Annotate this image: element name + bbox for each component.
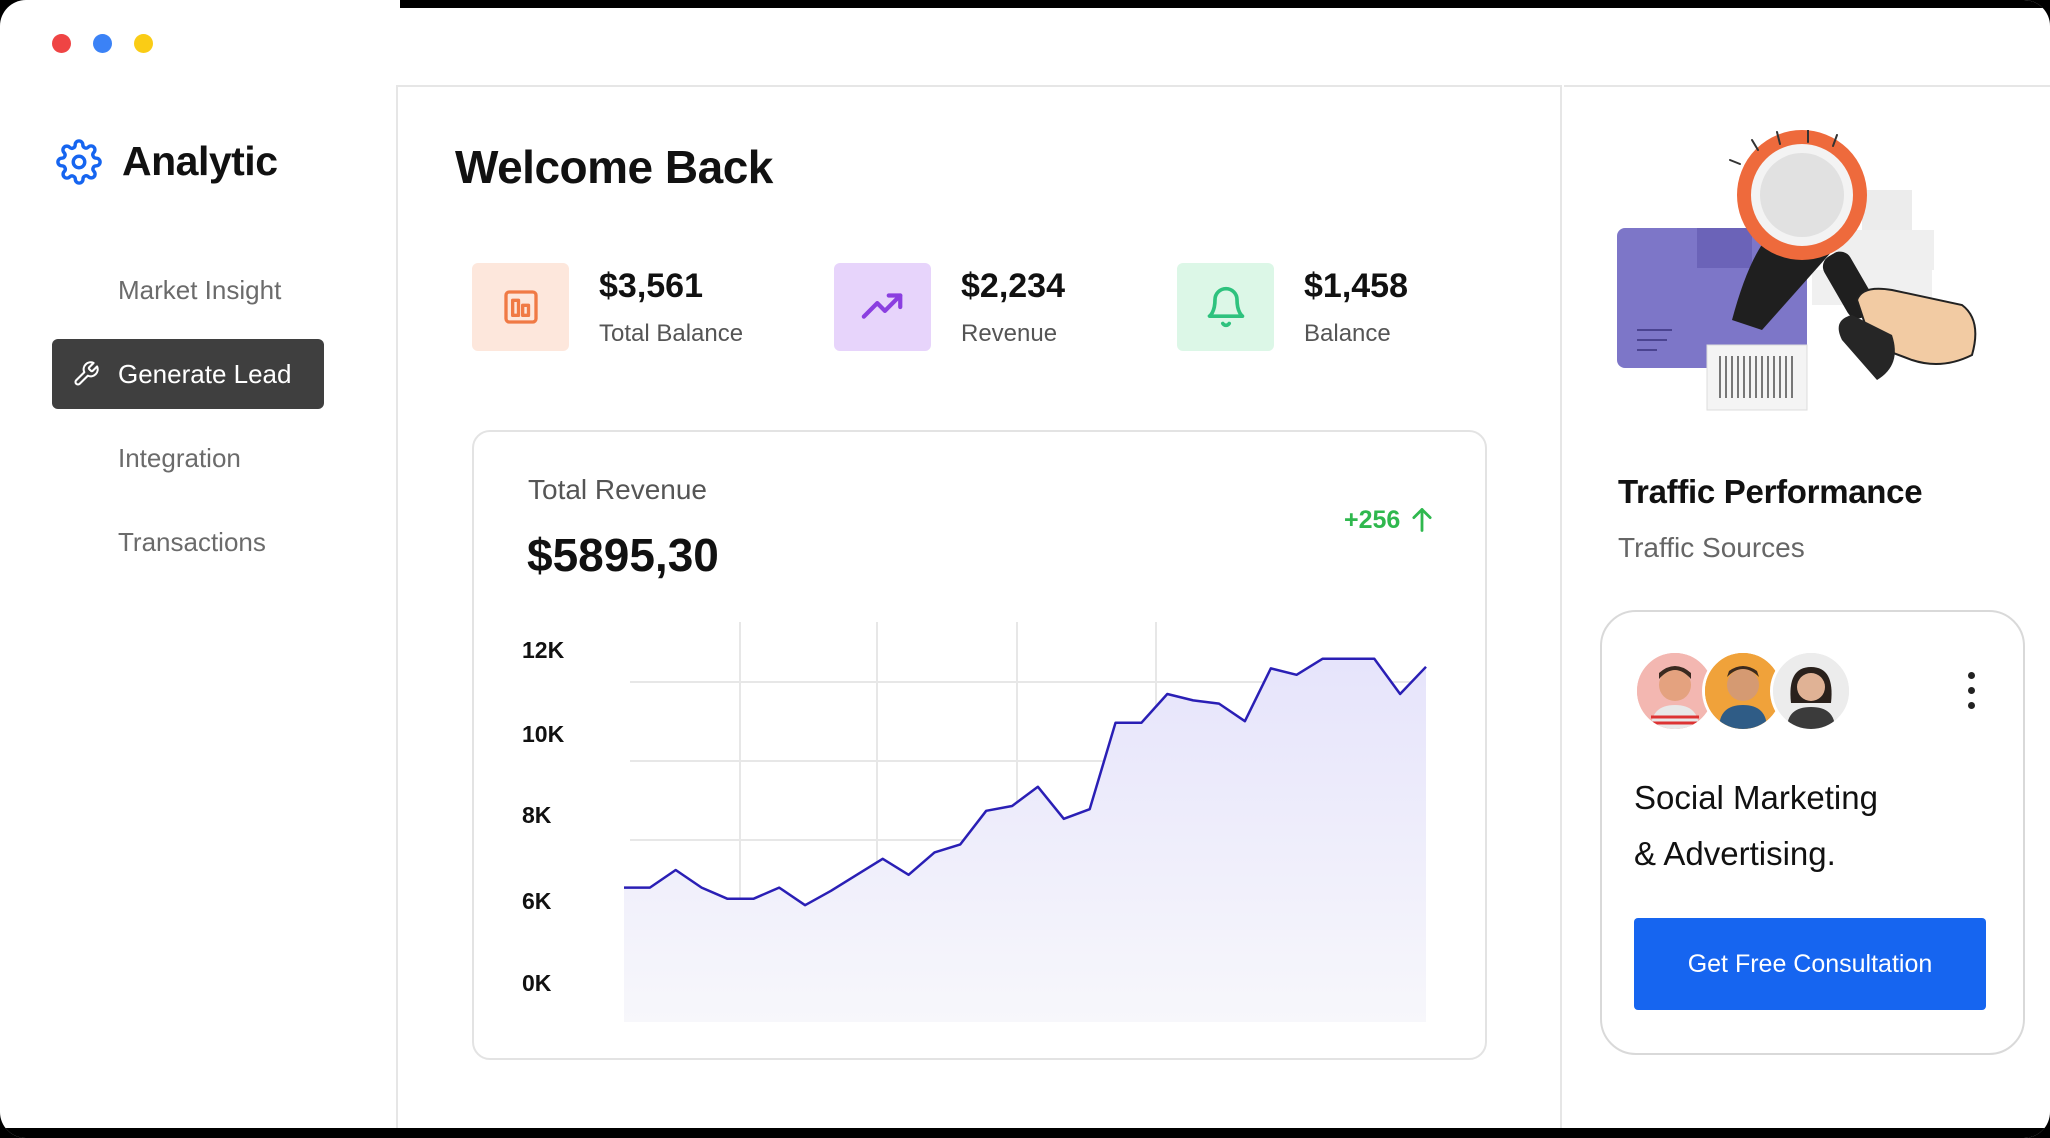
sidebar-item-market-insight[interactable]: Market Insight	[52, 255, 324, 325]
more-options-icon[interactable]	[1968, 672, 1975, 709]
sidebar-item-generate-lead[interactable]: Generate Lead	[52, 339, 324, 409]
sidebar-item-transactions[interactable]: Transactions	[52, 507, 324, 577]
avatar	[1770, 650, 1852, 732]
traffic-sources-subtitle: Traffic Sources	[1618, 532, 1805, 563]
stat-value: $1,458	[1304, 266, 1408, 305]
sidebar-item-label: Transactions	[118, 526, 266, 557]
minimize-dot[interactable]	[93, 34, 112, 53]
stat-label: Balance	[1304, 319, 1391, 347]
get-free-consultation-button[interactable]: Get Free Consultation	[1634, 918, 1986, 1010]
revenue-card	[472, 430, 1487, 1060]
window-controls	[52, 34, 153, 53]
brand-title: Analytic	[122, 138, 278, 184]
frame-edge-bottom	[0, 1128, 2050, 1138]
stat-label: Revenue	[961, 319, 1058, 347]
sidebar-item-label: Generate Lead	[118, 358, 292, 389]
page-title: Welcome Back	[455, 141, 773, 193]
stat-icon-box	[1177, 263, 1274, 351]
sidebar-item-label: Market Insight	[118, 274, 282, 305]
gear-icon	[56, 138, 102, 185]
stat-icon-box	[472, 263, 569, 351]
app-window: Analytic Market Insight Generate Lead In…	[0, 0, 2050, 1138]
magnifier-illustration	[1612, 130, 2002, 430]
sidebar-item-label: Integration	[118, 442, 241, 473]
y-tick-label: 6K	[522, 888, 552, 914]
close-dot[interactable]	[52, 34, 71, 53]
y-tick-label: 0K	[522, 970, 552, 996]
promo-line: Social Marketing	[1634, 779, 1878, 816]
stat-label: Total Balance	[599, 319, 744, 347]
stat-value: $2,234	[961, 266, 1065, 305]
y-tick-label: 8K	[522, 802, 552, 828]
stat-total-balance[interactable]: $3,561 Total Balance	[472, 263, 743, 351]
traffic-performance-title: Traffic Performance	[1618, 473, 1923, 510]
revenue-change: +256	[1344, 505, 1436, 535]
bell-icon	[1207, 286, 1244, 328]
revenue-total: $5895,30	[527, 529, 719, 581]
promo-line: & Advertising.	[1634, 835, 1836, 872]
bar-chart-icon	[503, 290, 538, 324]
stat-icon-box	[834, 263, 931, 351]
maximize-dot[interactable]	[134, 34, 153, 53]
revenue-card-title: Total Revenue	[528, 474, 708, 505]
stat-balance[interactable]: $1,458 Balance	[1177, 263, 1408, 351]
trending-up-icon	[861, 293, 902, 319]
person-icon	[1773, 653, 1849, 729]
brand[interactable]: Analytic	[56, 138, 278, 185]
frame-edge-top	[400, 0, 2050, 8]
y-tick-label: 12K	[522, 637, 565, 663]
revenue-change-value: +256	[1344, 505, 1401, 534]
stat-revenue[interactable]: $2,234 Revenue	[834, 263, 1065, 351]
sidebar-item-integration[interactable]: Integration	[52, 423, 324, 493]
avatar-group	[1634, 650, 1852, 732]
wrench-icon	[74, 361, 99, 386]
promo-text: Social Marketing & Advertising.	[1634, 770, 1878, 882]
y-tick-label: 10K	[522, 721, 565, 747]
stat-value: $3,561	[599, 266, 703, 305]
arrow-up-icon	[1412, 508, 1432, 532]
